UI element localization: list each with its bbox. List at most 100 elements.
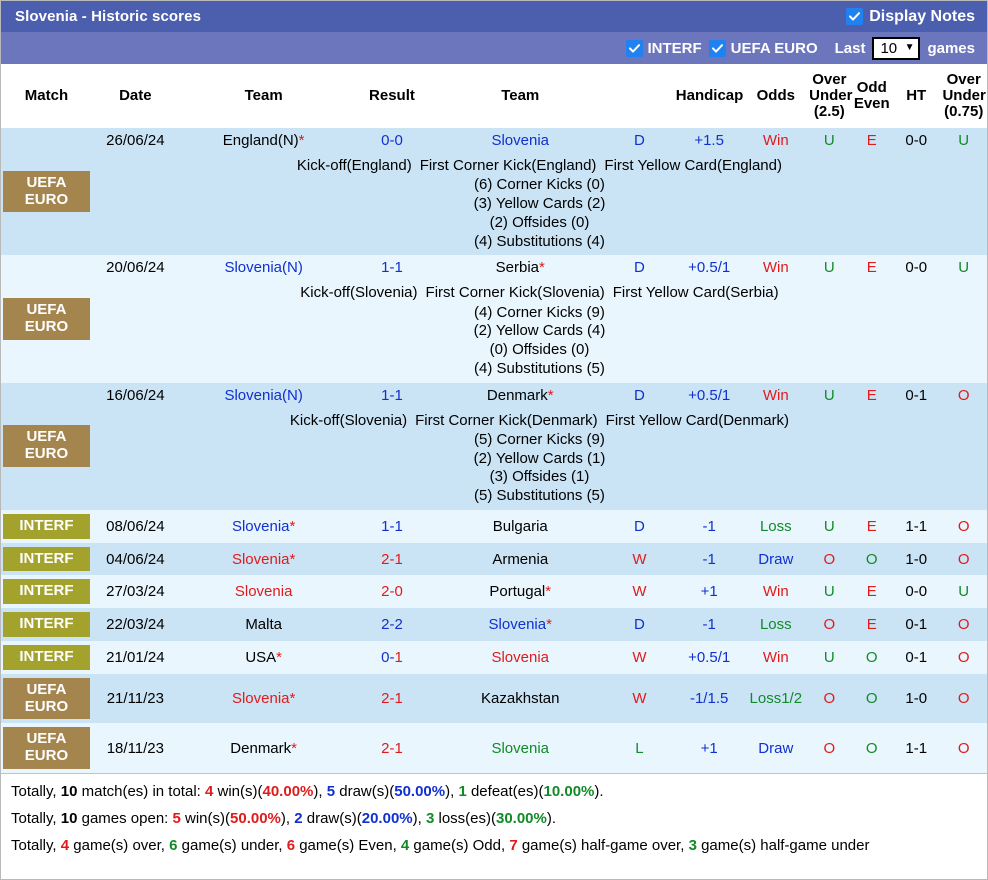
away-team-name: Slovenia bbox=[488, 616, 547, 634]
home-team-cell[interactable]: Slovenia* bbox=[178, 673, 349, 724]
home-team-cell[interactable]: Denmark* bbox=[178, 723, 349, 774]
summary-overunder-seg: 4 bbox=[60, 836, 70, 854]
table-row[interactable]: UEFA EURO 26/06/24 England(N)* 0-0 Slovenia D +… bbox=[1, 128, 987, 256]
away-team-cell[interactable]: Slovenia bbox=[435, 723, 606, 774]
column-header-away-team[interactable]: Team bbox=[435, 64, 606, 128]
match-date: 22/03/24 bbox=[91, 608, 179, 642]
match-competition-cell[interactable]: UEFA EURO bbox=[1, 128, 92, 256]
home-team-cell[interactable]: Slovenia(N) bbox=[178, 382, 349, 408]
match-result[interactable]: 2-1 bbox=[348, 673, 436, 724]
match-competition-cell[interactable]: UEFA EURO bbox=[1, 723, 92, 774]
match-result[interactable]: 0-0 bbox=[348, 128, 436, 153]
match-over-under-075: U bbox=[940, 575, 987, 609]
uefa-euro-filter[interactable]: UEFA EURO bbox=[708, 39, 818, 57]
competition-badge: UEFA EURO bbox=[3, 298, 90, 340]
display-notes-checkbox[interactable] bbox=[846, 8, 864, 25]
match-result[interactable]: 2-2 bbox=[348, 608, 436, 642]
home-team-cell[interactable]: Slovenia* bbox=[178, 509, 349, 543]
table-row[interactable]: INTERF 27/03/24 Slovenia 2-0 Portugal* W +1 Win… bbox=[1, 575, 987, 609]
column-header-home-team[interactable]: Team bbox=[178, 64, 349, 128]
table-row[interactable]: UEFA EURO 20/06/24 Slovenia(N) 1-1 Serbia* D +0… bbox=[1, 255, 987, 383]
table-row[interactable]: INTERF 21/01/24 USA* 0-1 Slovenia W +0.5/1 Win U… bbox=[1, 641, 987, 674]
away-team-name: Armenia bbox=[492, 550, 549, 568]
match-over-under-25: O bbox=[807, 608, 852, 642]
column-header-odds[interactable]: Odds bbox=[744, 64, 808, 128]
summary-open-seg: 20.00% bbox=[361, 809, 413, 827]
match-competition-cell[interactable]: INTERF bbox=[1, 575, 92, 609]
match-competition-cell[interactable]: UEFA EURO bbox=[1, 673, 92, 724]
match-competition-cell[interactable]: INTERF bbox=[1, 542, 92, 576]
column-header-match[interactable]: Match bbox=[1, 64, 92, 128]
match-first-events: Kick-off(England) First Corner Kick(Engla… bbox=[94, 157, 985, 176]
away-team-cell[interactable]: Kazakhstan bbox=[435, 673, 606, 724]
column-header-odd-even[interactable]: Odd Even bbox=[851, 64, 892, 128]
table-row[interactable]: INTERF 22/03/24 Malta 2-2 Slovenia* D -1 Loss O E… bbox=[1, 608, 987, 642]
display-notes-control[interactable]: Display Notes bbox=[846, 8, 975, 26]
summary-line-overunder: Totally, 4 game(s) over, 6 game(s) under… bbox=[9, 833, 979, 860]
match-result[interactable]: 1-1 bbox=[348, 255, 436, 281]
match-result[interactable]: 1-1 bbox=[348, 509, 436, 543]
match-competition-cell[interactable]: UEFA EURO bbox=[1, 382, 92, 510]
home-team-cell[interactable]: Malta bbox=[178, 608, 349, 642]
match-odd-even: O bbox=[851, 542, 892, 576]
column-header-handicap[interactable]: Handicap bbox=[673, 64, 745, 128]
interf-checkbox[interactable] bbox=[625, 39, 643, 57]
result-away-score: 0 bbox=[394, 583, 403, 601]
column-header-over-under-075[interactable]: Over Under (0.75) bbox=[940, 64, 987, 128]
table-row[interactable]: UEFA EURO 21/11/23 Slovenia* 2-1 Kazakhstan W -… bbox=[1, 673, 987, 724]
match-notes-row: Kick-off(Slovenia) First Corner Kick(Slov… bbox=[1, 280, 987, 383]
match-result[interactable]: 1-1 bbox=[348, 382, 436, 408]
table-row[interactable]: INTERF 08/06/24 Slovenia* 1-1 Bulgaria D -1 Los… bbox=[1, 509, 987, 543]
away-team-cell[interactable]: Bulgaria bbox=[435, 509, 606, 543]
summary-overunder-seg: 6 bbox=[286, 836, 296, 854]
home-team-name: Slovenia bbox=[231, 550, 290, 568]
display-notes-label: Display Notes bbox=[869, 7, 975, 25]
match-result[interactable]: 2-0 bbox=[348, 575, 436, 609]
match-competition-cell[interactable]: INTERF bbox=[1, 641, 92, 674]
match-result[interactable]: 0-1 bbox=[348, 641, 436, 674]
games-count-select[interactable]: 10 ▼ bbox=[872, 36, 921, 60]
away-team-cell[interactable]: Slovenia* bbox=[435, 608, 606, 642]
match-outcome-flag: L bbox=[605, 723, 674, 774]
home-team-star-icon: * bbox=[289, 550, 296, 568]
column-header-result[interactable]: Result bbox=[348, 64, 436, 128]
summary-footer: Totally, 10 match(es) in total: 4 win(s)… bbox=[1, 773, 987, 864]
home-team-cell[interactable]: England(N)* bbox=[178, 128, 349, 153]
match-competition-cell[interactable]: UEFA EURO bbox=[1, 255, 92, 383]
home-team-cell[interactable]: Slovenia* bbox=[178, 542, 349, 576]
summary-open-seg: games open: bbox=[77, 809, 173, 827]
competition-badge-line: INTERF bbox=[19, 582, 74, 600]
result-away-score: 1 bbox=[394, 648, 403, 666]
table-row[interactable]: UEFA EURO 18/11/23 Denmark* 2-1 Slovenia L +1 Dr… bbox=[1, 723, 987, 774]
away-team-cell[interactable]: Serbia* bbox=[435, 255, 606, 281]
match-result[interactable]: 2-1 bbox=[348, 542, 436, 576]
column-header-over-under-25[interactable]: Over Under (2.5) bbox=[807, 64, 853, 128]
home-team-cell[interactable]: USA* bbox=[178, 641, 349, 674]
filter-bar: INTERF UEFA EURO Last 10 ▼ games bbox=[1, 32, 987, 64]
table-row[interactable]: INTERF 04/06/24 Slovenia* 2-1 Armenia W -1 Draw… bbox=[1, 542, 987, 576]
home-team-cell[interactable]: Slovenia(N) bbox=[178, 255, 349, 281]
column-header-ht[interactable]: HT bbox=[891, 64, 941, 128]
interf-filter[interactable]: INTERF bbox=[625, 39, 702, 57]
away-team-cell[interactable]: Slovenia bbox=[435, 641, 606, 674]
away-team-name: Denmark bbox=[486, 386, 548, 404]
match-first-event: Kick-off(Slovenia) bbox=[289, 411, 408, 429]
column-header-date[interactable]: Date bbox=[91, 64, 179, 128]
away-team-cell[interactable]: Armenia bbox=[435, 542, 606, 576]
summary-total-seg: ), bbox=[445, 783, 459, 801]
home-team-cell[interactable]: Slovenia bbox=[178, 575, 349, 609]
table-row[interactable]: UEFA EURO 16/06/24 Slovenia(N) 1-1 Denmark* D +… bbox=[1, 382, 987, 510]
match-result[interactable]: 2-1 bbox=[348, 723, 436, 774]
competition-badge-line: EURO bbox=[24, 697, 69, 715]
match-halftime-score: 1-0 bbox=[891, 542, 941, 576]
ou075-line1: Over bbox=[946, 70, 981, 88]
ou25-line2: Under bbox=[809, 86, 853, 104]
home-team-name: Slovenia bbox=[231, 690, 290, 708]
away-team-cell[interactable]: Slovenia bbox=[435, 128, 606, 153]
uefa-euro-checkbox[interactable] bbox=[708, 39, 726, 57]
match-competition-cell[interactable]: INTERF bbox=[1, 608, 92, 642]
away-team-star-icon: * bbox=[547, 386, 554, 404]
match-competition-cell[interactable]: INTERF bbox=[1, 509, 92, 543]
away-team-cell[interactable]: Denmark* bbox=[435, 382, 606, 408]
away-team-cell[interactable]: Portugal* bbox=[435, 575, 606, 609]
